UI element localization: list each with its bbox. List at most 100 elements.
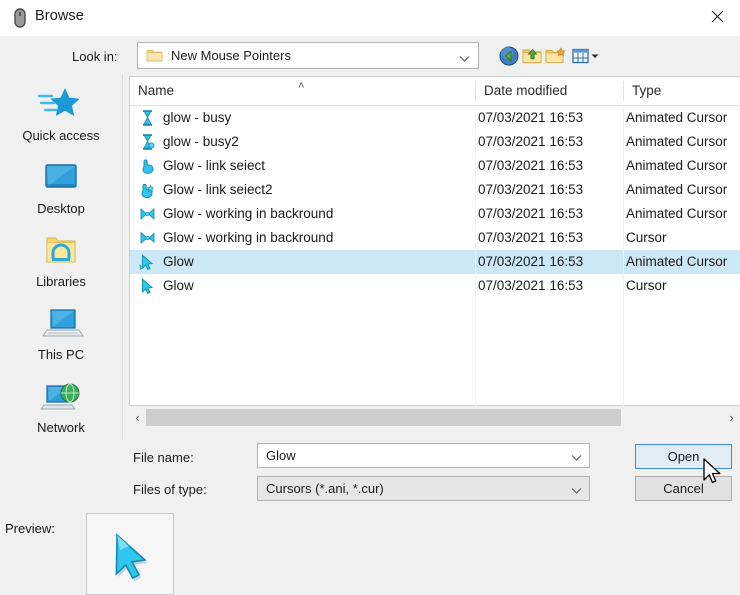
cursor-arrow-icon xyxy=(138,277,157,296)
grid-divider xyxy=(475,105,476,406)
title-bar: Browse xyxy=(0,0,740,36)
look-in-dropdown[interactable]: New Mouse Pointers xyxy=(137,42,479,69)
cursor-busy2-icon xyxy=(138,133,157,152)
desktop-monitor-icon xyxy=(35,157,87,199)
files-of-type-label: Files of type: xyxy=(133,482,207,497)
chevron-down-icon xyxy=(459,51,470,66)
horizontal-scrollbar[interactable]: ‹ › xyxy=(129,407,740,428)
views-button[interactable] xyxy=(571,45,601,67)
chevron-down-icon[interactable] xyxy=(571,483,582,498)
window-title: Browse xyxy=(35,8,84,24)
preview-pane xyxy=(86,513,174,595)
cursor-hand-icon xyxy=(138,157,157,176)
file-type: Cursor xyxy=(626,230,667,245)
mouse-device-icon xyxy=(9,7,31,29)
libraries-folder-icon xyxy=(35,230,87,272)
sidebar-item-libraries[interactable]: Libraries xyxy=(0,230,122,302)
sidebar-item-quick-access[interactable]: Quick access xyxy=(0,84,122,156)
table-row[interactable]: Glow - working in backround 07/03/2021 1… xyxy=(130,202,740,226)
cursor-busy-icon xyxy=(138,109,157,128)
cursor-arrow-anim-icon xyxy=(138,253,157,272)
chevron-down-icon[interactable] xyxy=(571,450,582,465)
file-date-modified: 07/03/2021 16:53 xyxy=(478,230,584,245)
cancel-button[interactable]: Cancel xyxy=(635,476,732,501)
cursor-working2-icon xyxy=(138,229,157,248)
table-row[interactable]: Glow - working in backround 07/03/2021 1… xyxy=(130,226,740,250)
table-row[interactable]: Glow - link seiect 07/03/2021 16:53 Anim… xyxy=(130,154,740,178)
file-name: Glow - working in backround xyxy=(163,230,334,245)
this-pc-laptop-icon xyxy=(35,303,87,345)
table-row[interactable]: Glow 07/03/2021 16:53 Animated Cursor xyxy=(130,250,740,274)
file-name: glow - busy2 xyxy=(163,134,239,149)
files-of-type-value: Cursors (*.ani, *.cur) xyxy=(266,481,384,496)
file-type: Cursor xyxy=(626,278,667,293)
scroll-right-icon[interactable]: › xyxy=(723,407,740,428)
views-grid-icon xyxy=(572,48,589,64)
scrollbar-thumb[interactable] xyxy=(146,409,621,426)
file-type: Animated Cursor xyxy=(626,134,728,149)
sidebar-item-label: This PC xyxy=(37,347,85,362)
cursor-working-icon xyxy=(138,205,157,224)
file-date-modified: 07/03/2021 16:53 xyxy=(478,254,584,269)
file-name: Glow xyxy=(163,278,194,293)
quick-access-star-icon xyxy=(35,84,87,126)
column-header-date-modified[interactable]: Date modified xyxy=(476,77,623,104)
file-list-header: Name ˄ Date modified Type xyxy=(130,77,740,106)
new-folder-icon xyxy=(545,47,566,63)
chevron-down-icon xyxy=(591,54,599,58)
open-button[interactable]: Open xyxy=(635,444,732,469)
sidebar-item-label: Libraries xyxy=(36,274,86,289)
file-date-modified: 07/03/2021 16:53 xyxy=(478,158,584,173)
file-name: Glow - link seiect2 xyxy=(163,182,273,197)
file-date-modified: 07/03/2021 16:53 xyxy=(478,182,584,197)
up-folder-icon xyxy=(522,48,542,64)
file-date-modified: 07/03/2021 16:53 xyxy=(478,278,584,293)
column-header-type[interactable]: Type xyxy=(624,77,740,104)
back-button[interactable] xyxy=(498,45,520,67)
close-button[interactable] xyxy=(694,0,740,33)
look-in-label: Look in: xyxy=(72,49,118,64)
file-type: Animated Cursor xyxy=(626,254,728,269)
preview-label: Preview: xyxy=(5,521,55,536)
close-icon xyxy=(711,10,723,23)
table-row[interactable]: Glow 07/03/2021 16:53 Cursor xyxy=(130,274,740,298)
network-globe-icon xyxy=(35,376,87,418)
file-name-value: Glow xyxy=(266,448,296,463)
back-arrow-icon xyxy=(499,46,519,66)
file-type: Animated Cursor xyxy=(626,182,728,197)
table-row[interactable]: Glow - link seiect2 07/03/2021 16:53 Ani… xyxy=(130,178,740,202)
table-row[interactable]: glow - busy2 07/03/2021 16:53 Animated C… xyxy=(130,130,740,154)
grid-divider xyxy=(623,105,624,406)
sidebar-item-this-pc[interactable]: This PC xyxy=(0,303,122,375)
scroll-left-icon[interactable]: ‹ xyxy=(129,407,146,428)
up-one-level-button[interactable] xyxy=(521,45,543,67)
sidebar-item-label: Network xyxy=(37,420,85,435)
file-date-modified: 07/03/2021 16:53 xyxy=(478,206,584,221)
new-folder-button[interactable] xyxy=(545,45,567,67)
table-row[interactable]: glow - busy 07/03/2021 16:53 Animated Cu… xyxy=(130,106,740,130)
folder-icon xyxy=(146,48,163,63)
sidebar-item-label: Desktop xyxy=(37,201,85,216)
file-type: Animated Cursor xyxy=(626,158,728,173)
file-name: glow - busy xyxy=(163,110,232,125)
file-date-modified: 07/03/2021 16:53 xyxy=(478,134,584,149)
sidebar-item-desktop[interactable]: Desktop xyxy=(0,157,122,229)
places-sidebar: Quick access Desktop Libraries This PC N… xyxy=(0,74,123,440)
file-name: Glow - link seiect xyxy=(163,158,266,173)
sort-ascending-icon: ˄ xyxy=(298,80,305,92)
sidebar-item-label: Quick access xyxy=(22,128,100,143)
file-name-label: File name: xyxy=(133,450,194,465)
cursor-hand2-icon xyxy=(138,181,157,200)
look-in-value: New Mouse Pointers xyxy=(171,48,291,63)
browse-dialog: Browse Look in: New Mouse Pointers Quick… xyxy=(0,0,740,595)
file-list[interactable]: Name ˄ Date modified Type glow - busy 07… xyxy=(129,76,740,406)
files-of-type-dropdown[interactable]: Cursors (*.ani, *.cur) xyxy=(257,476,590,501)
file-name: Glow xyxy=(163,254,194,269)
file-date-modified: 07/03/2021 16:53 xyxy=(478,110,584,125)
file-name: Glow - working in backround xyxy=(163,206,334,221)
file-type: Animated Cursor xyxy=(626,110,728,125)
cursor-arrow-preview-icon xyxy=(115,533,147,582)
file-type: Animated Cursor xyxy=(626,206,728,221)
sidebar-item-network[interactable]: Network xyxy=(0,376,122,448)
file-name-input[interactable]: Glow xyxy=(257,443,590,468)
